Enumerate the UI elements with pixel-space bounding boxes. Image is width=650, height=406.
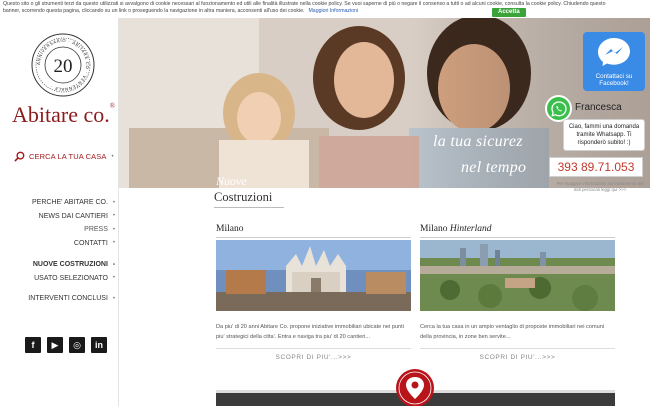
page: Questo sito o gli strumenti terzi da que…	[0, 0, 650, 406]
card-description: Cerca la tua casa in un ampio ventaglio …	[420, 324, 605, 340]
card-image-duomo[interactable]	[216, 240, 411, 311]
card-more-link[interactable]: SCOPRI DI PIU'...>>>	[216, 354, 411, 361]
menu-item-nuove-costruzioni[interactable]: NUOVE COSTRUZIONI •	[0, 258, 119, 272]
menu-bullet: •	[111, 153, 114, 160]
linkedin-icon[interactable]: in	[91, 337, 107, 353]
whatsapp-contact-name: Francesca	[575, 102, 622, 113]
messenger-icon	[598, 38, 630, 66]
menu-item-news[interactable]: NEWS DAI CANTIERI •	[0, 210, 119, 224]
cookie-bar: Questo sito o gli strumenti terzi da que…	[0, 0, 650, 18]
menu-item-usato-selezionato[interactable]: USATO SELEZIONATO •	[0, 272, 119, 286]
menu-item-interventi-conclusi[interactable]: INTERVENTI CONCLUSI •	[0, 292, 119, 306]
facebook-contact-widget[interactable]: Contattaci su Facebook!	[583, 32, 645, 91]
whatsapp-icon[interactable]	[545, 95, 572, 122]
brand-logo[interactable]: Abitare co.®	[12, 102, 122, 128]
search-link[interactable]: CERCA LA TUA CASA •	[14, 151, 114, 162]
search-label: CERCA LA TUA CASA	[29, 152, 107, 161]
card-milano-hinterland[interactable]: Milano Hinterland Cerca la tua casa in u…	[420, 224, 615, 361]
menu-group-properties: NUOVE COSTRUZIONI • USATO SELEZIONATO •	[0, 258, 119, 285]
anniversary-seal-logo[interactable]: ANNIVERSARIO · ABITARE CO · VENTENNALE ·…	[30, 32, 96, 98]
hero-tagline-line2: nel tempo	[461, 159, 527, 176]
instagram-icon[interactable]: ◎	[69, 337, 85, 353]
menu-group-company: PERCHE' ABITARE CO. • NEWS DAI CANTIERI • …	[0, 196, 119, 250]
facebook-icon[interactable]: f	[25, 337, 41, 353]
card-milano[interactable]: Milano Da piu' di 20 anni Abitare Co. pr…	[216, 224, 411, 361]
cookie-accept-button[interactable]: Accetta	[492, 8, 526, 17]
whatsapp-phone[interactable]: 393 89.71.053	[549, 157, 643, 177]
sidebar: ANNIVERSARIO · ABITARE CO · VENTENNALE ·…	[0, 18, 119, 406]
card-description: Da piu' di 20 anni Abitare Co. propone i…	[216, 324, 404, 340]
cookie-more-info-link[interactable]: Maggiori Informazioni	[308, 8, 358, 14]
hero-tagline-line1: la tua sicurez	[433, 133, 523, 150]
card-title: Milano	[216, 224, 411, 238]
section-title-line1: Nuove	[216, 174, 247, 188]
search-icon	[14, 151, 25, 162]
card-title: Milano Hinterland	[420, 224, 615, 238]
whatsapp-widget[interactable]: Francesca Ciao, fammi una domanda tramit…	[545, 95, 650, 185]
section-divider	[214, 207, 284, 208]
youtube-icon[interactable]: ▶	[47, 337, 63, 353]
privacy-note[interactable]: Per maggiori informazioni sul trattament…	[555, 181, 645, 192]
whatsapp-message: Ciao, fammi una domanda tramite Whatsapp…	[563, 119, 645, 151]
brand-text: Abitare co.	[12, 102, 110, 127]
section-title-line2: Costruzioni	[214, 190, 273, 204]
menu-group-completed: INTERVENTI CONCLUSI •	[0, 292, 119, 306]
card-more-link[interactable]: SCOPRI DI PIU'...>>>	[420, 354, 615, 361]
menu-item-perche[interactable]: PERCHE' ABITARE CO. •	[0, 196, 119, 210]
social-links: f ▶ ◎ in	[25, 337, 107, 353]
card-image-skyline[interactable]	[420, 240, 615, 311]
map-pin-icon[interactable]	[395, 368, 435, 406]
facebook-contact-label: Contattaci su Facebook!	[595, 73, 633, 87]
seal-number: 20	[54, 56, 73, 77]
section-title: Nuove Costruzioni	[214, 174, 272, 204]
menu-item-press[interactable]: PRESS •	[0, 223, 119, 237]
menu-item-contatti[interactable]: CONTATTI •	[0, 237, 119, 251]
